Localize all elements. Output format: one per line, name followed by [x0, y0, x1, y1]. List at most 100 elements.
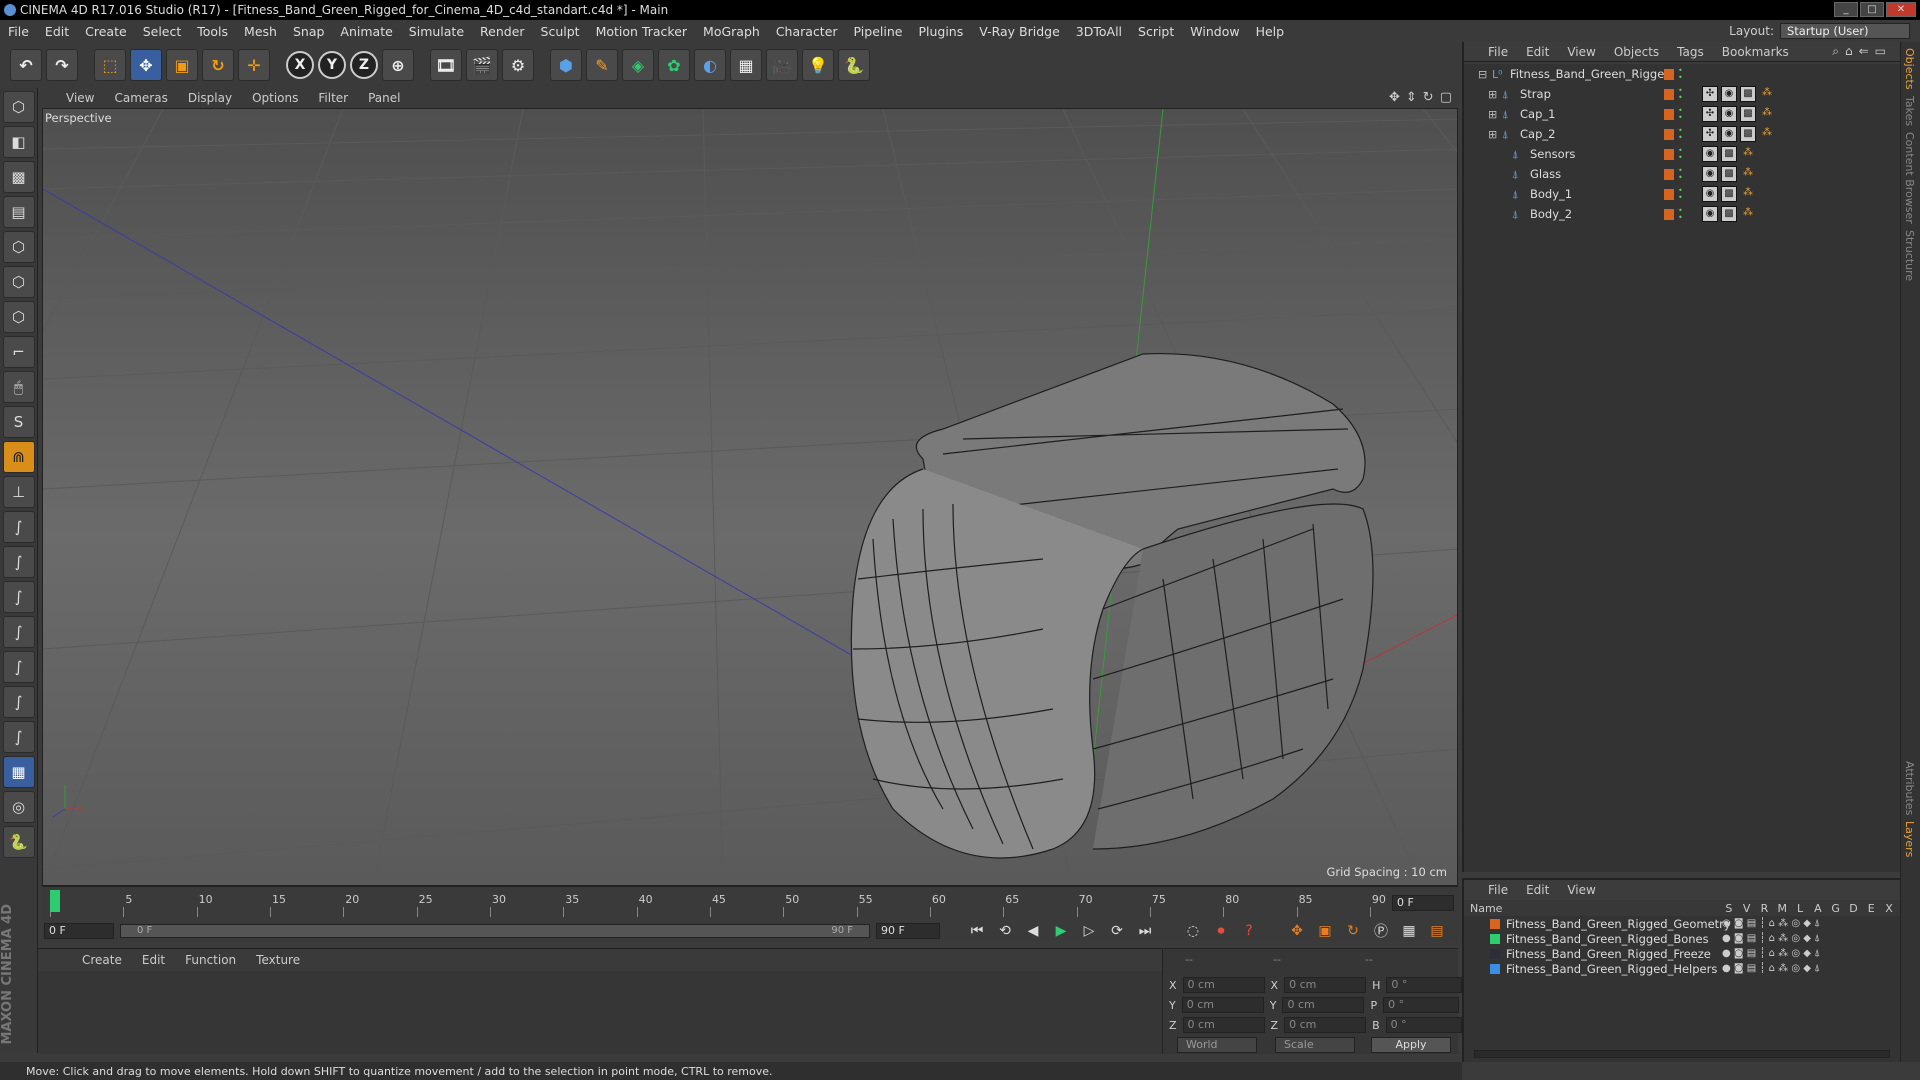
- subdivision-surface-icon[interactable]: ◈: [622, 49, 654, 81]
- viewport-menu-display[interactable]: Display: [188, 91, 232, 105]
- layer-color-swatch[interactable]: [1490, 963, 1500, 974]
- layer-col-generators[interactable]: G: [1827, 902, 1845, 915]
- world-coordinates-icon[interactable]: ⊕: [382, 49, 414, 81]
- menu-simulate[interactable]: Simulate: [409, 24, 464, 39]
- visibility-dots[interactable]: • •: [1678, 187, 1683, 202]
- menu-create[interactable]: Create: [85, 24, 127, 39]
- start-frame-field[interactable]: 0 F: [44, 923, 114, 939]
- fitness-band-model[interactable]: [850, 353, 1374, 859]
- position-x-field[interactable]: 0 cm: [1182, 977, 1265, 993]
- tweak-mode-icon[interactable]: 🖱: [2, 371, 35, 403]
- playhead[interactable]: [50, 890, 60, 912]
- skin-tag-icon[interactable]: ◉: [1721, 86, 1737, 102]
- texture-tag-icon[interactable]: ▩: [1721, 186, 1737, 202]
- menu-3dtoall[interactable]: 3DToAll: [1076, 24, 1122, 39]
- skin-tag-icon[interactable]: ◉: [1721, 126, 1737, 142]
- layer-col-render[interactable]: R: [1756, 902, 1774, 915]
- visibility-dots[interactable]: • •: [1678, 207, 1683, 222]
- menu-animate[interactable]: Animate: [340, 24, 392, 39]
- tree-row-cap2[interactable]: ⊞ ⍋ Cap_2 • • ✣ ◉ ▩ ⁂: [1464, 124, 1900, 144]
- layer-horizontal-scrollbar[interactable]: [1474, 1050, 1890, 1058]
- frame-ruler[interactable]: 051015202530354045505560657075808590: [50, 889, 1390, 919]
- move-tool-icon[interactable]: ✥: [130, 49, 162, 81]
- size-z-field[interactable]: 0 cm: [1284, 1017, 1367, 1033]
- menu-mesh[interactable]: Mesh: [244, 24, 277, 39]
- ik-tag-icon[interactable]: ⁂: [1740, 206, 1756, 222]
- tree-row-body2[interactable]: ⍋ Body_2 • • ◉ ▩ ⁂: [1464, 204, 1900, 224]
- brush-tool-7-icon[interactable]: ∫: [2, 721, 35, 753]
- rotation-b-field[interactable]: 0 °: [1385, 1017, 1462, 1033]
- apply-button[interactable]: Apply: [1371, 1037, 1451, 1053]
- visibility-dots[interactable]: • •: [1678, 87, 1683, 102]
- menu-pipeline[interactable]: Pipeline: [854, 24, 903, 39]
- menu-vray-bridge[interactable]: V-Ray Bridge: [979, 24, 1060, 39]
- paint-icon[interactable]: ◎: [2, 791, 35, 823]
- maximize-button[interactable]: □: [1860, 2, 1884, 17]
- python-script-icon[interactable]: 🐍: [2, 826, 35, 858]
- magnet-icon[interactable]: ⋒: [2, 441, 35, 473]
- weight-tag-icon[interactable]: ✣: [1702, 86, 1718, 102]
- collapse-icon[interactable]: ⊟: [1478, 68, 1490, 81]
- ik-tag-icon[interactable]: ⁂: [1740, 166, 1756, 182]
- objects-menu-tags[interactable]: Tags: [1677, 45, 1704, 59]
- objects-menu-edit[interactable]: Edit: [1526, 45, 1549, 59]
- layer-row-geometry[interactable]: Fitness_Band_Green_Rigged_Geometry ◉ ◙ ▤…: [1464, 916, 1900, 931]
- key-rotation-icon[interactable]: ↻: [1342, 921, 1364, 941]
- camera-object-icon[interactable]: 🎥: [766, 49, 798, 81]
- visibility-dots[interactable]: • •: [1678, 107, 1683, 122]
- undo-icon[interactable]: ↶: [10, 49, 42, 81]
- layer-col-locked[interactable]: L: [1791, 902, 1809, 915]
- layout-dropdown[interactable]: Startup (User): [1780, 23, 1910, 39]
- model-mode-icon[interactable]: ◧: [2, 126, 35, 158]
- layers-menu-view[interactable]: View: [1567, 883, 1595, 897]
- current-frame-field[interactable]: 0 F: [1392, 895, 1454, 911]
- polygons-mode-icon[interactable]: ⬡: [2, 301, 35, 333]
- layer-toggles[interactable]: ● ◙ ▤ ┆ ⌂ ⁂ ◎ ◆ ⍋: [1722, 933, 1820, 944]
- skin-tag-icon[interactable]: ◉: [1702, 146, 1718, 162]
- layer-toggles[interactable]: ◉ ◙ ▤ ┆ ⌂ ⁂ ◎ ◆ ⍋: [1722, 918, 1820, 929]
- brush-tool-3-icon[interactable]: ∫: [2, 581, 35, 613]
- axis-mode-icon[interactable]: ⌐: [2, 336, 35, 368]
- viewport-menu-cameras[interactable]: Cameras: [114, 91, 167, 105]
- objects-menu-bookmarks[interactable]: Bookmarks: [1722, 45, 1789, 59]
- render-picture-viewer-icon[interactable]: 🎬: [466, 49, 498, 81]
- layer-color-swatch[interactable]: [1490, 948, 1500, 959]
- render-view-icon[interactable]: 🎞: [430, 49, 462, 81]
- y-axis-lock-button[interactable]: Y: [318, 51, 346, 79]
- layer-col-deformers[interactable]: D: [1845, 902, 1863, 915]
- tab-takes[interactable]: Takes: [1903, 96, 1916, 126]
- skin-tag-icon[interactable]: ◉: [1702, 166, 1718, 182]
- snap-icon[interactable]: ⊥: [2, 476, 35, 508]
- scale-tool-icon[interactable]: ▣: [166, 49, 198, 81]
- objects-menu-file[interactable]: File: [1488, 45, 1508, 59]
- size-x-field[interactable]: 0 cm: [1284, 977, 1367, 993]
- expand-icon[interactable]: ⊞: [1488, 108, 1500, 121]
- menu-sculpt[interactable]: Sculpt: [541, 24, 580, 39]
- tree-row-body1[interactable]: ⍋ Body_1 • • ◉ ▩ ⁂: [1464, 184, 1900, 204]
- texture-tag-icon[interactable]: ▩: [1721, 206, 1737, 222]
- previous-key-icon[interactable]: ⟲: [994, 921, 1016, 941]
- layer-col-manager[interactable]: M: [1773, 902, 1791, 915]
- viewport-menu-view[interactable]: View: [66, 91, 94, 105]
- menu-edit[interactable]: Edit: [45, 24, 69, 39]
- zoom-view-icon[interactable]: ⇕: [1406, 90, 1417, 105]
- texture-tag-icon[interactable]: ▩: [1721, 146, 1737, 162]
- rotation-h-field[interactable]: 0 °: [1386, 977, 1463, 993]
- tree-row-strap[interactable]: ⊞ ⍋ Strap • • ✣ ◉ ▩ ⁂: [1464, 84, 1900, 104]
- viewport-menu-options[interactable]: Options: [252, 91, 298, 105]
- play-icon[interactable]: ▶: [1050, 921, 1072, 941]
- transform-tool-icon[interactable]: ✛: [238, 49, 270, 81]
- solo-icon[interactable]: S: [2, 406, 35, 438]
- menu-plugins[interactable]: Plugins: [918, 24, 963, 39]
- points-mode-icon[interactable]: ⬡: [2, 231, 35, 263]
- x-axis-lock-button[interactable]: X: [286, 51, 314, 79]
- layer-toggles[interactable]: ● ◙ ▤ ┆ ⌂ ⁂ ◎ ◆ ⍋: [1722, 963, 1820, 974]
- edges-mode-icon[interactable]: ⬡: [2, 266, 35, 298]
- record-active-icon[interactable]: ⏺: [1210, 921, 1232, 941]
- go-to-end-icon[interactable]: ⏭: [1134, 921, 1156, 941]
- 3d-viewport[interactable]: Perspective Grid Spacing : 10 cm: [42, 108, 1458, 886]
- tab-layers[interactable]: Layers: [1903, 821, 1916, 857]
- light-object-icon[interactable]: 💡: [802, 49, 834, 81]
- key-pla-icon[interactable]: ▦: [1398, 921, 1420, 941]
- menu-file[interactable]: File: [8, 24, 29, 39]
